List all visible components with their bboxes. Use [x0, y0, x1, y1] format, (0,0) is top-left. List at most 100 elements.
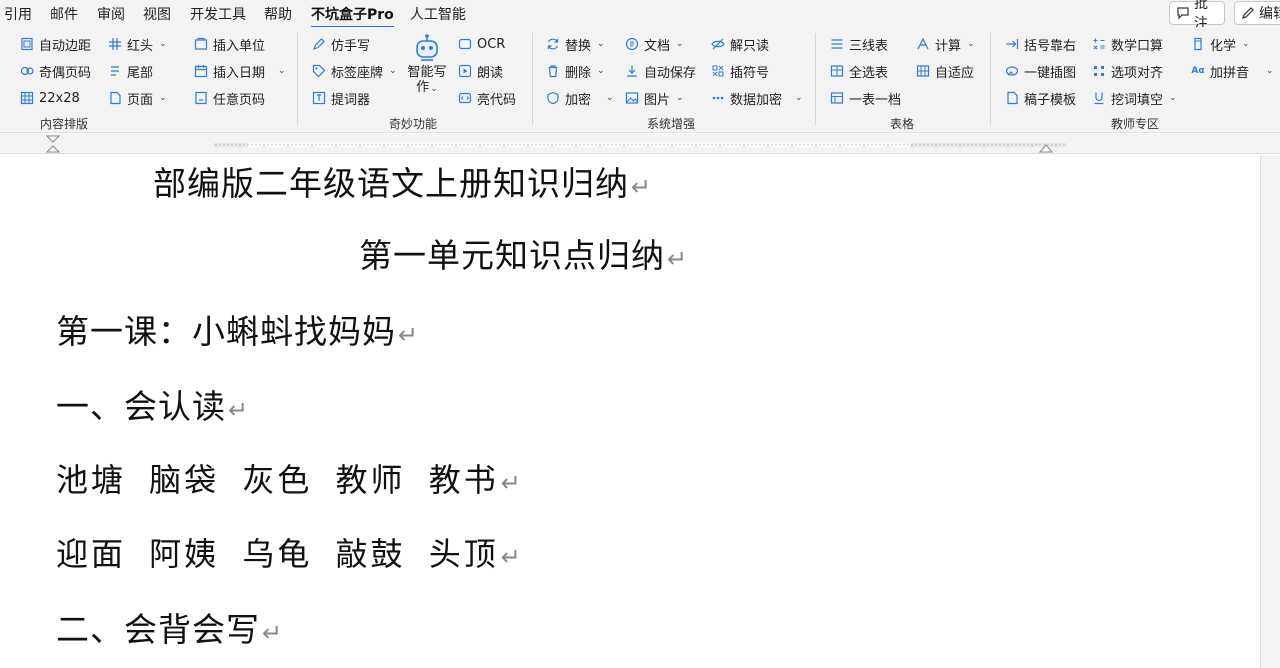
label-seat-button[interactable]: 标签座牌 ⌄: [312, 61, 397, 81]
data-encrypt-button[interactable]: 数据加密 ⌄: [711, 88, 803, 108]
edit-button[interactable]: 编辑: [1234, 1, 1280, 25]
right-indent-marker-icon[interactable]: [1039, 140, 1053, 154]
page-button[interactable]: 页面 ⌄: [108, 88, 167, 108]
ribbon-separator: [815, 33, 816, 125]
auto-save-label: 自动保存: [644, 65, 697, 81]
paragraph-mark: ↵: [500, 543, 524, 571]
ribbon: 自动边距 奇偶页码 22x28 红头 ⌄ 尾部 页面 ⌄ 插入单位 插入日期 ⌄…: [0, 27, 1280, 133]
menu-developer[interactable]: 开发工具: [190, 4, 246, 24]
unit-title: 第一单元知识点归纳↵: [359, 229, 688, 277]
page-label: 页面: [127, 92, 154, 108]
vertical-scrollbar[interactable]: [1260, 155, 1280, 668]
tag-icon: [312, 64, 326, 78]
group-label-table: 表格: [890, 117, 915, 131]
code-icon: [458, 91, 472, 105]
menu-view[interactable]: 视图: [143, 4, 171, 24]
insert-symbol-button[interactable]: 插符号: [711, 61, 769, 81]
chevron-down-icon: ⌄: [597, 66, 605, 76]
encrypt-button[interactable]: 加密 ⌄: [546, 88, 614, 108]
insert-unit-button[interactable]: 插入单位: [194, 34, 265, 54]
bracket-right-button[interactable]: 括号靠右: [1005, 34, 1076, 54]
pencil-icon: [1241, 6, 1255, 20]
underline-icon: [1092, 91, 1106, 105]
tail-button[interactable]: 尾部: [108, 61, 153, 81]
chevron-down-icon: ⌄: [159, 93, 167, 103]
document-button[interactable]: 文档 ⌄: [625, 34, 684, 54]
smart-writing-label: 智能写: [407, 65, 447, 80]
red-header-button[interactable]: 红头 ⌄: [108, 34, 167, 54]
ocr-button[interactable]: OCR: [458, 34, 505, 54]
calendar-icon: [194, 64, 208, 78]
align-options-button[interactable]: 选项对齐: [1092, 61, 1163, 81]
image-button[interactable]: 图片 ⌄: [625, 88, 684, 108]
add-pinyin-label: 加拼音: [1210, 65, 1250, 81]
page-number-icon: [20, 64, 34, 78]
paragraph-mark: ↵: [667, 245, 689, 273]
menu-help[interactable]: 帮助: [264, 4, 292, 24]
math-oral-label: 数学口算: [1111, 38, 1164, 54]
section2-text: 二、会背会写: [56, 610, 260, 649]
auto-fit-button[interactable]: 自适应: [916, 61, 974, 81]
chevron-down-icon: ⌄: [676, 39, 684, 49]
insert-date-button[interactable]: 插入日期 ⌄: [194, 61, 286, 81]
image-icon: [625, 91, 639, 105]
one-table-one-file-button[interactable]: 一表一档: [830, 88, 901, 108]
math-icon: [1092, 37, 1106, 51]
document-page[interactable]: 部编版二年级语文上册知识归纳↵ 第一单元知识点归纳↵ 第一课：小蝌蚪找妈妈↵ 一…: [0, 155, 1260, 668]
replace-button[interactable]: 替换 ⌄: [546, 34, 605, 54]
handwriting-button[interactable]: 仿手写: [312, 34, 370, 54]
lesson-title-text: 第一课：小蝌蚪找妈妈: [56, 312, 396, 351]
smart-writing-button[interactable]: 智能写 作⌄: [404, 33, 450, 113]
indent-marker-icon[interactable]: [46, 134, 60, 154]
insert-unit-icon: [194, 37, 208, 51]
three-line-table-button[interactable]: 三线表: [830, 34, 888, 54]
select-all-tables-button[interactable]: 全选表: [830, 61, 888, 81]
grid-22x28-button[interactable]: 22x28: [20, 88, 80, 108]
document-title: 部编版二年级语文上册知识归纳↵: [153, 157, 652, 205]
chevron-down-icon: ⌄: [430, 84, 438, 94]
odd-even-page-label: 奇偶页码: [39, 65, 92, 81]
auto-save-button[interactable]: 自动保存: [625, 61, 696, 81]
menu-review[interactable]: 审阅: [97, 4, 125, 24]
menu-ai[interactable]: 人工智能: [410, 4, 466, 24]
any-page-number-button[interactable]: 任意页码: [194, 88, 265, 108]
teleprompter-button[interactable]: 提词器: [312, 88, 370, 108]
math-oral-button[interactable]: 数学口算: [1092, 34, 1163, 54]
paragraph-mark: ↵: [398, 321, 420, 349]
teleprompter-icon: [312, 91, 326, 105]
trash-icon: [546, 64, 560, 78]
delete-button[interactable]: 删除 ⌄: [546, 61, 605, 81]
data-encrypt-label: 数据加密: [730, 92, 783, 108]
one-table-one-file-label: 一表一档: [849, 92, 902, 108]
grid-icon: [20, 91, 34, 105]
unlock-readonly-button[interactable]: 解只读: [711, 34, 769, 54]
chemistry-label: 化学: [1210, 38, 1237, 54]
group-label-magic: 奇妙功能: [389, 117, 438, 131]
menu-mailings[interactable]: 邮件: [50, 4, 78, 24]
chemistry-button[interactable]: 化学 ⌄: [1191, 34, 1250, 54]
comment-button[interactable]: 批注: [1169, 0, 1225, 32]
menu-references[interactable]: 引用: [4, 4, 32, 24]
template-icon: [1005, 91, 1019, 105]
chevron-down-icon: ⌄: [597, 39, 605, 49]
handwriting-label: 仿手写: [331, 38, 371, 54]
refresh-icon: [546, 37, 560, 51]
vocabulary-line: 池塘 脑袋 灰色 教师 教书↵: [56, 455, 524, 501]
table-file-icon: [830, 91, 844, 105]
delete-label: 删除: [565, 65, 592, 81]
menu-bukeng-pro[interactable]: 不坑盒子Pro: [311, 4, 394, 28]
draft-template-label: 稿子模板: [1024, 92, 1077, 108]
fill-blank-button[interactable]: 挖词填空 ⌄: [1092, 88, 1177, 108]
calculate-button[interactable]: 计算 ⌄: [916, 34, 975, 54]
auto-margin-button[interactable]: 自动边距: [20, 34, 91, 54]
flask-icon: [1191, 37, 1205, 51]
horizontal-ruler[interactable]: [0, 134, 1280, 154]
draft-template-button[interactable]: 稿子模板: [1005, 88, 1076, 108]
read-aloud-button[interactable]: 朗读: [458, 61, 503, 81]
ocr-label: OCR: [477, 36, 506, 52]
highlight-code-button[interactable]: 亮代码: [458, 88, 516, 108]
one-click-image-button[interactable]: 一键插图: [1005, 61, 1076, 81]
tail-icon: [108, 64, 122, 78]
odd-even-page-button[interactable]: 奇偶页码: [20, 61, 91, 81]
add-pinyin-button[interactable]: Aα 加拼音 ⌄: [1191, 61, 1273, 81]
